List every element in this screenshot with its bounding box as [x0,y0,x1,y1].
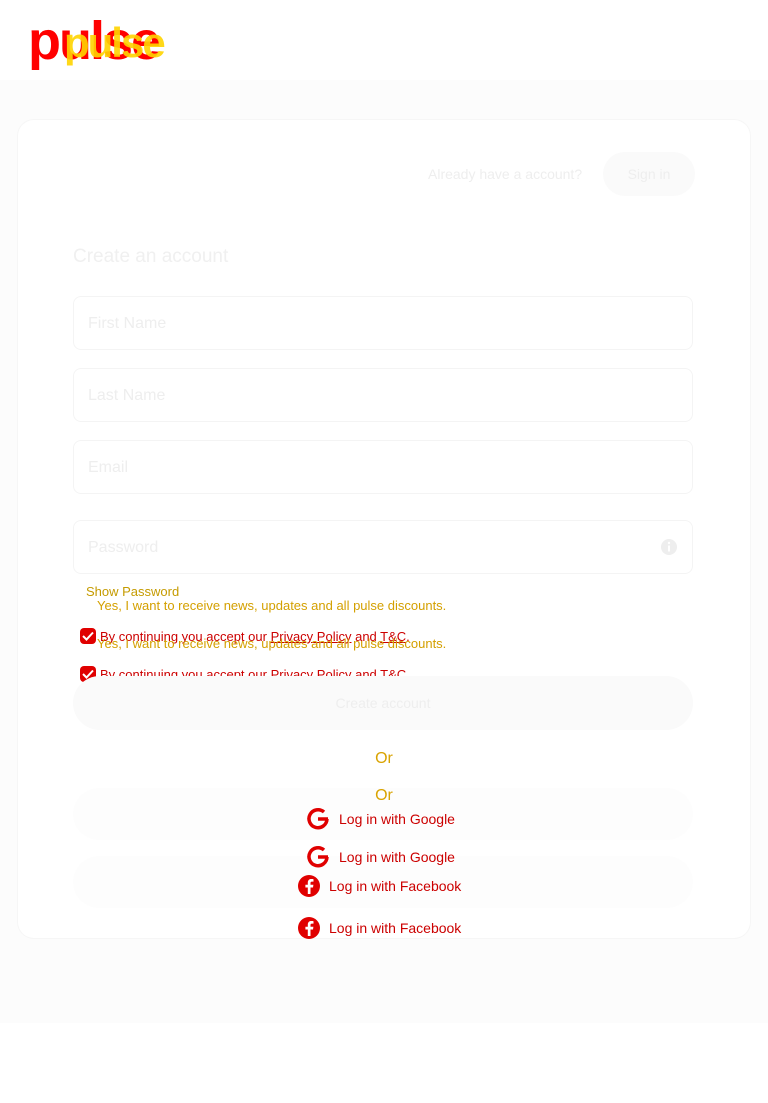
last-name-input[interactable] [86,369,650,423]
email-input[interactable] [86,441,650,495]
facebook-icon [298,917,320,939]
news-consent-text-ghost: Yes, I want to receive news, updates and… [97,598,447,613]
sign-in-button[interactable]: Sign in [603,152,695,196]
first-name-field[interactable] [73,296,693,351]
email-field[interactable] [73,440,693,495]
already-account-text: Already have a account? [428,166,583,182]
pulse-logo[interactable]: pulse pulse [28,14,212,76]
google-login-label-ghost: Log in with Google [305,844,455,870]
or-divider-ghost: Or [375,787,393,804]
google-icon [307,845,329,868]
create-account-button[interactable]: Create account [73,676,693,730]
last-name-field[interactable] [73,368,693,423]
facebook-icon [298,875,320,897]
google-icon [307,807,329,830]
logo-text-overlay: pulse [64,19,166,66]
checkbox-checked-icon[interactable] [80,628,96,644]
facebook-login-label[interactable]: Log in with Facebook [297,874,461,898]
news-consent-text: Yes, I want to receive news, updates and… [97,636,447,651]
google-login-label[interactable]: Log in with Google [305,806,455,832]
password-field[interactable] [73,520,693,575]
first-name-input[interactable] [86,297,650,351]
facebook-login-label-ghost: Log in with Facebook [297,916,461,940]
show-password-label: Show Password [86,584,180,599]
card-header: Already have a account? Sign in [18,120,750,230]
form-title: Create an account [73,246,229,267]
password-input[interactable] [86,521,650,575]
or-divider: Or [375,750,393,767]
show-password-toggle[interactable]: Show Password [86,584,179,599]
info-icon[interactable] [660,538,678,556]
